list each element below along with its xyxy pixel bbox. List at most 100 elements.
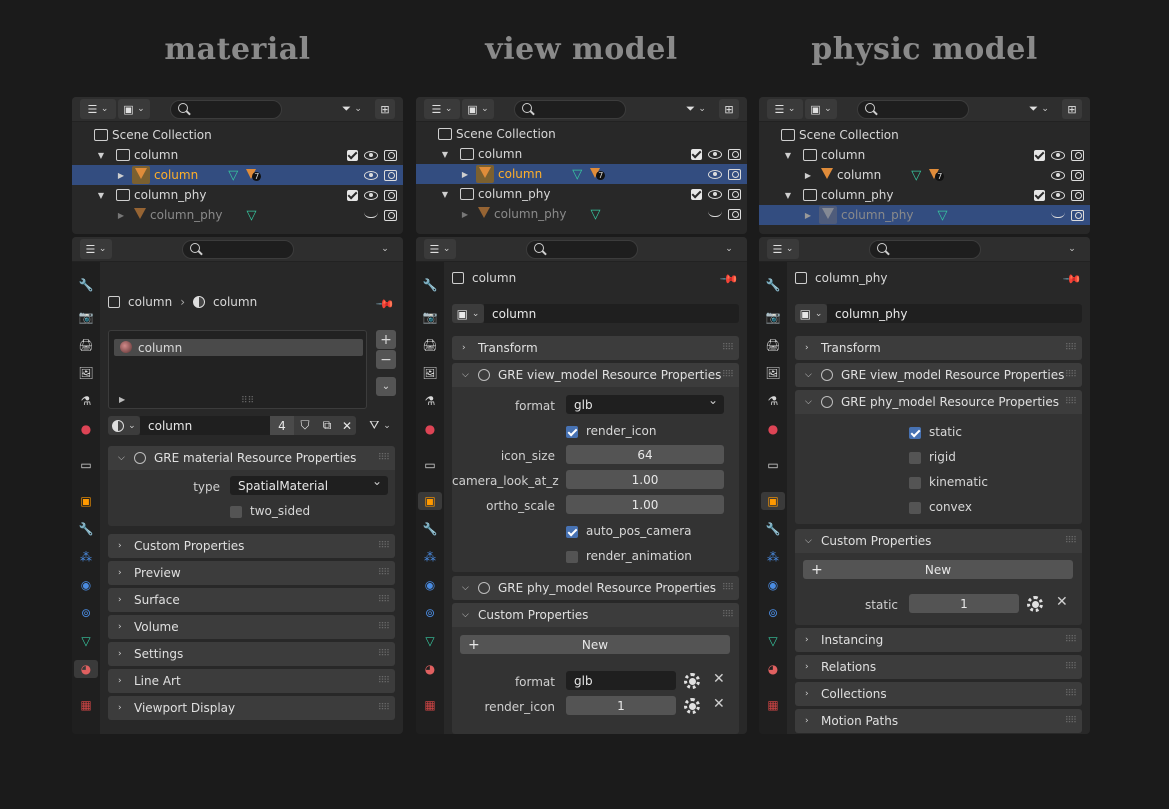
section-custom-properties[interactable]: › Custom Properties ⠿⠿ [108,534,395,558]
unlink-button[interactable]: ✕ [338,416,356,435]
editor-type-button[interactable]: ☰ ⌄ [80,239,112,259]
browse-object-button[interactable]: ▣ ⌄ [452,304,484,323]
custom-properties-panel-header[interactable]: ⌵ Custom Properties ⠿⠿ [795,529,1082,553]
expand-triangle[interactable]: ▶ [116,211,126,220]
section-collections[interactable]: › Collections ⠿⠿ [795,682,1082,706]
section-transform[interactable]: › Transform ⠿⠿ [795,336,1082,360]
pin-icon[interactable]: 📌 [1062,269,1082,289]
material-slot-list[interactable]: column ▶ ⠿⠿ [108,330,367,409]
camera-icon[interactable] [384,169,397,181]
close-icon[interactable]: ✕ [1056,594,1068,610]
add-slot-button[interactable]: + [376,330,396,349]
editor-type-button[interactable]: ☰ ⌄ [767,99,803,119]
modifier-tab[interactable]: 🔧 [421,520,439,538]
scene-tab[interactable]: ⚗ [764,392,782,410]
drag-handle-icon[interactable]: ⠿⠿ [1065,662,1077,672]
output-tab[interactable]: 🖨 [77,336,95,354]
section-motion-paths[interactable]: › Motion Paths ⠿⠿ [795,709,1082,733]
format-select[interactable]: glb [566,393,724,414]
collapse-triangle[interactable]: ▼ [783,151,793,160]
icon-size-field[interactable]: 64 [566,445,724,464]
pin-icon[interactable]: 📌 [375,294,395,314]
eye-closed-icon[interactable] [1051,212,1065,218]
gear-icon[interactable] [684,673,700,689]
options-dropdown[interactable]: ⌄ [375,239,395,259]
new-property-button[interactable]: + New [803,560,1073,579]
physics-tab[interactable]: ◉ [77,576,95,594]
filter-button[interactable]: ⏷ ⌄ [678,99,714,119]
eye-icon[interactable] [708,169,722,179]
exclude-checkbox[interactable] [691,188,702,200]
drag-handle-icon[interactable]: ⠿⠿ [722,343,734,353]
particles-tab[interactable]: ⁂ [77,548,95,566]
particles-tab[interactable]: ⁂ [764,548,782,566]
close-icon[interactable]: ✕ [713,671,725,687]
camera-icon[interactable] [728,168,741,180]
material-tab[interactable]: ◕ [421,660,439,678]
material-tab[interactable]: ◕ [764,660,782,678]
drag-handle-icon[interactable]: ⠿⠿ [378,453,390,463]
outliner-row-collection-column[interactable]: ▼ column [72,145,403,165]
search-input[interactable] [857,100,969,119]
drag-handle-icon[interactable]: ⠿⠿ [378,703,390,713]
expand-triangle[interactable]: ▶ [460,170,470,179]
new-collection-button[interactable]: ⊞ [375,99,395,119]
material-tab[interactable]: ◕ [74,660,98,678]
camera-icon[interactable] [1071,169,1084,181]
scene-collection-row[interactable]: Scene Collection [759,125,1090,145]
camera-icon[interactable] [384,209,397,221]
gre-view-model-panel-header[interactable]: ⌵ GRE view_model Resource Properties ⠿⠿ [452,363,739,387]
outliner-row-object-column[interactable]: ▶ column ▽ 7 [72,165,403,185]
browse-object-button[interactable]: ▣ ⌄ [795,304,827,323]
camera-look-field[interactable]: 1.00 [566,470,724,489]
search-input[interactable] [514,100,626,119]
eye-closed-icon[interactable] [364,212,378,218]
filter-button[interactable]: ⏷ ⌄ [1021,99,1057,119]
new-collection-button[interactable]: ⊞ [1062,99,1082,119]
expand-triangle[interactable]: ▶ [116,171,126,180]
scene-tab[interactable]: ⚗ [77,392,95,410]
display-mode-button[interactable]: ▣ ⌄ [118,99,150,119]
gre-phy-model-panel-header[interactable]: ⌵ GRE phy_model Resource Properties ⠿⠿ [452,576,739,600]
gre-material-panel-header[interactable]: ⌵ GRE material Resource Properties ⠿⠿ [108,446,395,470]
scene-collection-row[interactable]: Scene Collection [416,124,747,144]
search-input[interactable] [170,100,282,119]
camera-icon[interactable] [728,188,741,200]
drag-handle-icon[interactable]: ⠿⠿ [722,583,734,593]
camera-icon[interactable] [728,148,741,160]
static-checkbox[interactable] [909,427,921,439]
gre-phy-model-panel-header[interactable]: ⌵ GRE phy_model Resource Properties ⠿⠿ [795,390,1082,414]
world-tab[interactable]: ● [421,420,439,438]
eye-icon[interactable] [708,149,722,159]
physics-tab[interactable]: ◉ [421,576,439,594]
tool-tab[interactable]: 🔧 [421,276,439,294]
display-mode-button[interactable]: ▣ ⌄ [462,99,494,119]
camera-icon[interactable] [384,149,397,161]
expand-triangle[interactable]: ▶ [460,210,470,219]
constraints-tab[interactable]: ⊚ [421,604,439,622]
modifier-tab[interactable]: 🔧 [764,520,782,538]
close-icon[interactable]: ✕ [713,696,725,712]
view-layer-tab[interactable]: 🖼 [764,364,782,382]
collapse-triangle[interactable]: ▼ [440,150,450,159]
exclude-checkbox[interactable] [691,148,702,160]
render-tab[interactable]: 📷 [421,308,439,326]
view-layer-tab[interactable]: 🖼 [421,364,439,382]
section-viewport-display[interactable]: › Viewport Display ⠿⠿ [108,696,395,720]
outliner-row-object-column-phy[interactable]: ▶ column_phy ▽ [759,205,1090,225]
editor-type-button[interactable]: ☰ ⌄ [424,239,456,259]
section-line-art[interactable]: › Line Art ⠿⠿ [108,669,395,693]
collapse-triangle[interactable]: ▼ [783,191,793,200]
exclude-checkbox[interactable] [1034,189,1045,201]
section-settings[interactable]: › Settings ⠿⠿ [108,642,395,666]
eye-icon[interactable] [1051,150,1065,160]
object-name-field[interactable]: column [484,304,739,323]
outliner-row-object-column[interactable]: ▶ column ▽ 7 [416,164,747,184]
cp-static-field[interactable]: 1 [909,594,1019,613]
new-collection-button[interactable]: ⊞ [719,99,739,119]
camera-icon[interactable] [1071,189,1084,201]
drag-handle-icon[interactable]: ⠿⠿ [378,649,390,659]
section-transform[interactable]: › Transform ⠿⠿ [452,336,739,360]
tool-tab[interactable]: 🔧 [77,276,95,294]
drag-handle-icon[interactable]: ⠿⠿ [1065,689,1077,699]
